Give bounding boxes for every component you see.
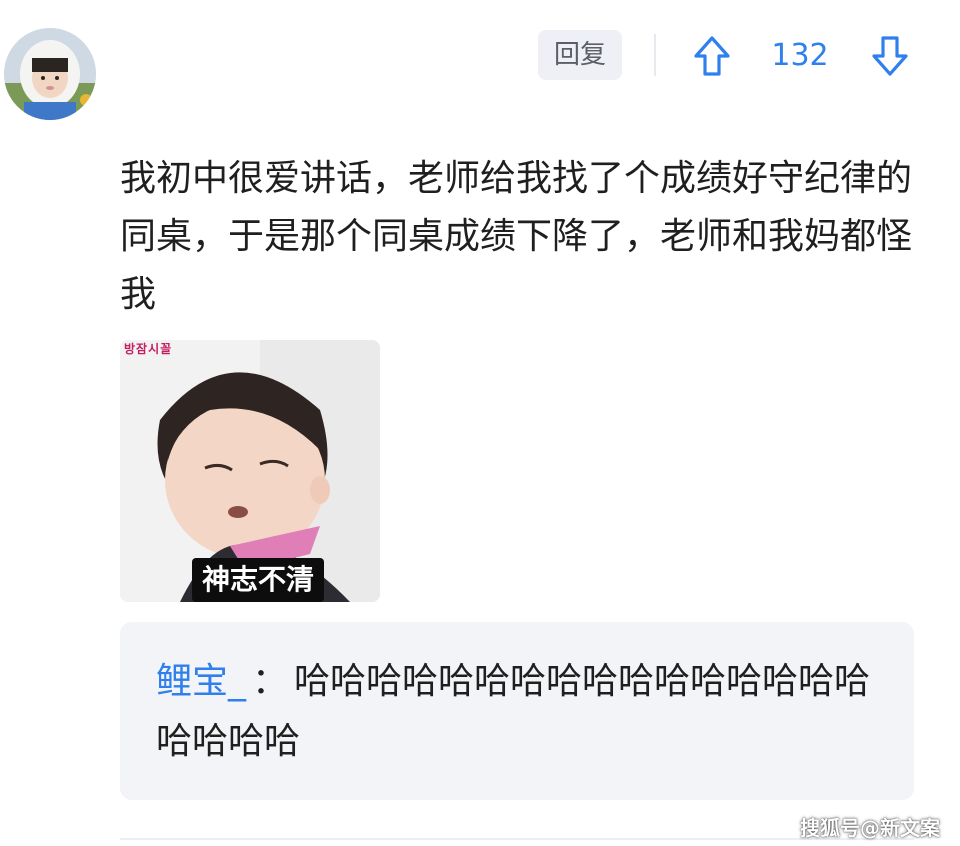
user-avatar[interactable] <box>4 28 96 120</box>
downvote-button[interactable] <box>870 34 910 78</box>
avatar-image <box>4 28 96 120</box>
reply-separator: ： <box>252 661 289 702</box>
bottom-divider <box>120 838 914 840</box>
vote-count: 132 <box>771 38 829 73</box>
upvote-button[interactable] <box>692 34 732 78</box>
reply-preview[interactable]: 鲤宝_：哈哈哈哈哈哈哈哈哈哈哈哈哈哈哈哈哈哈哈哈 <box>120 622 914 800</box>
arrow-up-icon <box>694 36 730 76</box>
meme-caption: 神志不清 <box>192 558 325 602</box>
action-divider <box>654 34 656 76</box>
reply-username[interactable]: 鲤宝_ <box>156 661 246 702</box>
reply-line: 鲤宝_：哈哈哈哈哈哈哈哈哈哈哈哈哈哈哈哈哈哈哈哈 <box>156 652 886 772</box>
meme-image[interactable]: 방잠시꼴 神志不清 <box>120 340 380 602</box>
arrow-down-icon <box>872 36 908 76</box>
watermark: 搜狐号@新文案 <box>800 816 940 840</box>
reply-button[interactable]: 回复 <box>538 30 622 80</box>
comment-text: 我初中很爱讲话，老师给我找了个成绩好守纪律的同桌，于是那个同桌成绩下降了，老师和… <box>120 158 913 315</box>
meme-tag: 방잠시꼴 <box>124 342 173 356</box>
